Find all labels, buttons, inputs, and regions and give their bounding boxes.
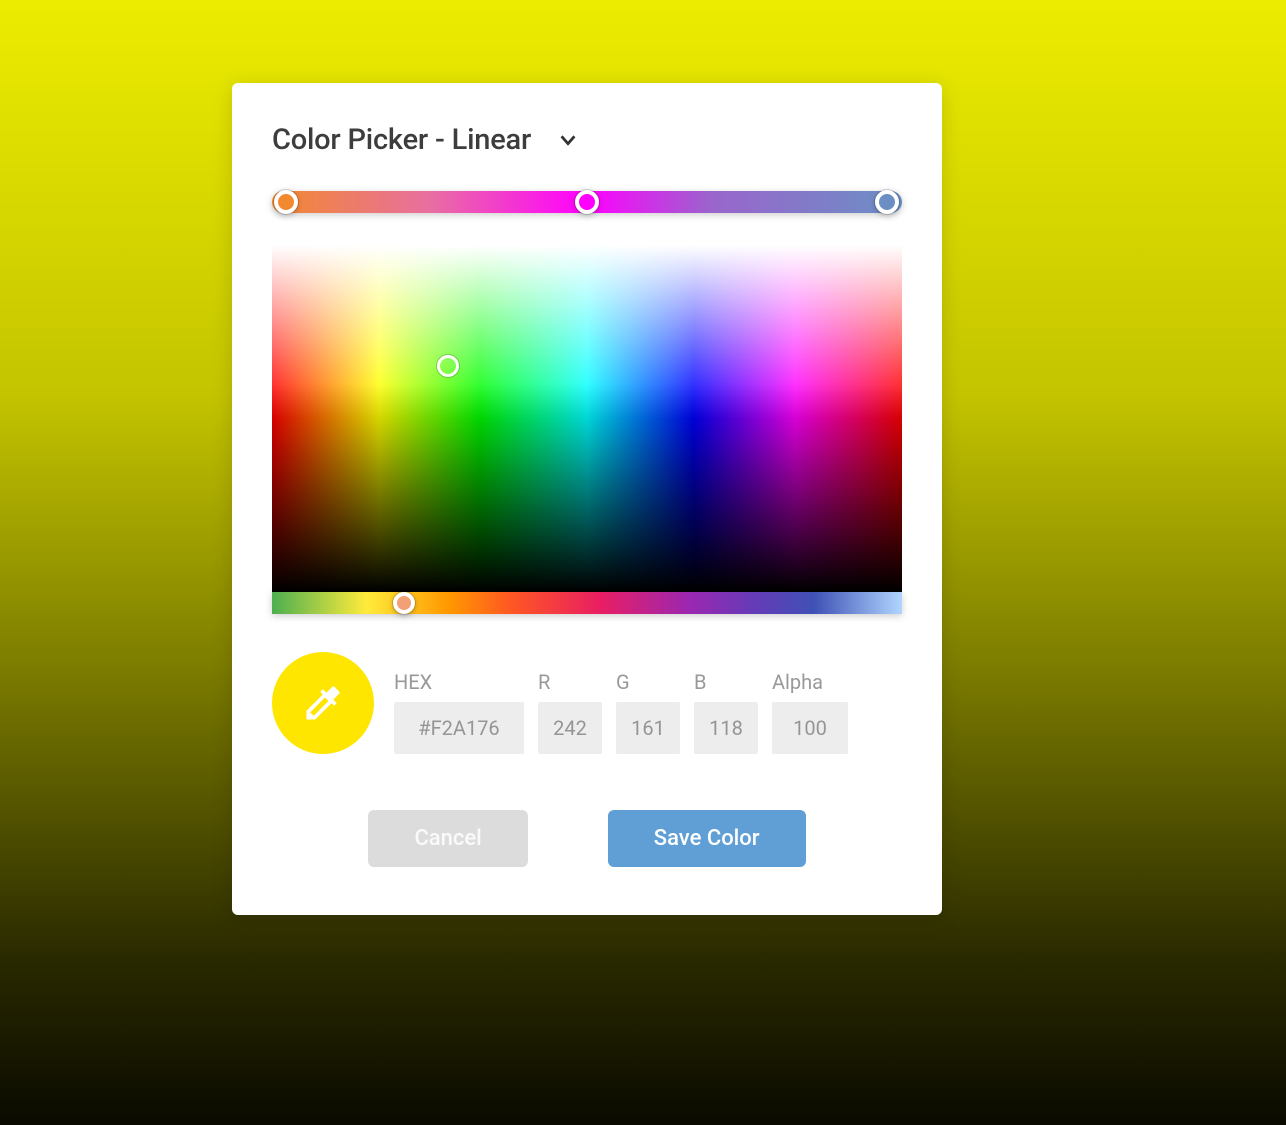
spectrum-layer-black [272, 245, 902, 592]
eyedropper-icon [301, 681, 345, 725]
save-button[interactable]: Save Color [608, 810, 806, 867]
gradient-stop-handle[interactable] [575, 190, 599, 214]
field-b: B [694, 670, 758, 754]
gradient-stop-handle[interactable] [274, 190, 298, 214]
spectrum-picker-handle[interactable] [437, 355, 459, 377]
hex-input[interactable] [394, 702, 524, 754]
g-input[interactable] [616, 702, 680, 754]
actions-row: Cancel Save Color [272, 810, 902, 867]
chevron-down-icon[interactable] [555, 127, 581, 153]
field-label-hex: HEX [394, 670, 524, 694]
values-row: HEX R G B Alpha [272, 652, 902, 754]
field-hex: HEX [394, 670, 524, 754]
eyedropper-button[interactable] [272, 652, 374, 754]
field-label-b: B [694, 670, 758, 694]
panel-title: Color Picker - Linear [272, 123, 531, 157]
field-label-r: R [538, 670, 602, 694]
field-r: R [538, 670, 602, 754]
r-input[interactable] [538, 702, 602, 754]
b-input[interactable] [694, 702, 758, 754]
hue-bar[interactable] [272, 592, 902, 614]
gradient-stop-bar[interactable] [272, 191, 902, 213]
gradient-stop-handle[interactable] [875, 190, 899, 214]
cancel-button[interactable]: Cancel [368, 810, 527, 867]
hue-handle[interactable] [393, 592, 415, 614]
color-spectrum[interactable] [272, 245, 902, 592]
field-g: G [616, 670, 680, 754]
field-label-alpha: Alpha [772, 670, 848, 694]
color-picker-panel: Color Picker - Linear HEX R [232, 83, 942, 915]
field-alpha: Alpha [772, 670, 848, 754]
field-label-g: G [616, 670, 680, 694]
panel-header: Color Picker - Linear [272, 123, 902, 157]
alpha-input[interactable] [772, 702, 848, 754]
